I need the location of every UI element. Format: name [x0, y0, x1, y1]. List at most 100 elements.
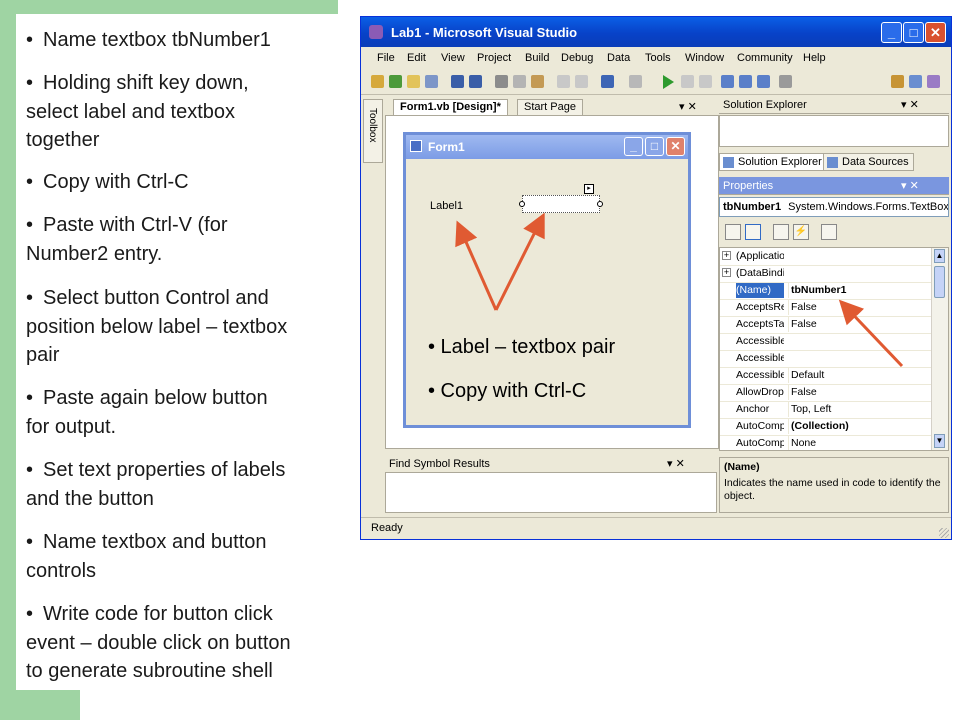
find-symbol-results[interactable]: [385, 472, 717, 513]
undo-icon[interactable]: [601, 75, 614, 88]
instruction-line: Number2 entry.: [26, 242, 163, 265]
solution-explorer-tree[interactable]: [719, 115, 949, 147]
scroll-thumb[interactable]: [934, 266, 945, 298]
property-grid[interactable]: AutoComp None AutoComp (Collection) Anchor To…: [719, 247, 949, 451]
resize-handle-left[interactable]: [519, 201, 525, 207]
solution-explorer-icon[interactable]: [891, 75, 904, 88]
property-value[interactable]: False: [788, 384, 935, 400]
categorized-icon[interactable]: [725, 224, 741, 240]
smart-tag-icon[interactable]: ▸: [584, 184, 594, 194]
scroll-up-icon[interactable]: ▲: [934, 249, 945, 263]
form-minimize-button: _: [624, 137, 643, 156]
property-row[interactable]: AcceptsTa False: [720, 316, 932, 334]
property-value[interactable]: False: [788, 316, 935, 332]
properties-view-icon[interactable]: [773, 224, 789, 240]
find-symbol-controls[interactable]: ▾ ✕: [667, 456, 685, 472]
property-row[interactable]: Accessible: [720, 333, 932, 351]
form1-client-area[interactable]: Label1 ▸ • Label – textbox pair • Copy w…: [406, 159, 688, 425]
property-value[interactable]: False: [788, 299, 935, 315]
menu-tools[interactable]: Tools: [645, 52, 671, 64]
tab-data-sources[interactable]: Data Sources: [823, 153, 914, 171]
document-tabs: Form1.vb [Design]* Start Page ▾ ✕: [385, 97, 717, 115]
copy-icon[interactable]: [513, 75, 526, 88]
object-selector[interactable]: tbNumber1 System.Windows.Forms.TextBox: [719, 197, 949, 217]
property-value[interactable]: Top, Left: [788, 401, 935, 417]
toolbox-window-icon[interactable]: [927, 75, 940, 88]
expand-icon[interactable]: +: [722, 268, 731, 277]
property-row[interactable]: Anchor Top, Left: [720, 401, 932, 419]
comment-icon[interactable]: [557, 75, 570, 88]
add-new-icon[interactable]: [425, 75, 438, 88]
menu-view[interactable]: View: [441, 52, 465, 64]
property-value[interactable]: None: [788, 435, 935, 450]
alphabetical-icon[interactable]: [745, 224, 761, 240]
toolbox-tab[interactable]: Toolbox: [363, 99, 383, 163]
menu-window[interactable]: Window: [685, 52, 724, 64]
paste-icon[interactable]: [531, 75, 544, 88]
form-icon: [410, 140, 422, 152]
menu-build[interactable]: Build: [525, 52, 549, 64]
document-tab-controls[interactable]: ▾ ✕: [679, 100, 697, 113]
cut-icon[interactable]: [495, 75, 508, 88]
menu-project[interactable]: Project: [477, 52, 511, 64]
property-value[interactable]: tbNumber1: [788, 282, 935, 298]
property-row[interactable]: AcceptsRe False: [720, 299, 932, 317]
data-sources-icon: [827, 157, 838, 168]
menu-community[interactable]: Community: [737, 52, 793, 64]
save-icon[interactable]: [451, 75, 464, 88]
tab-solution-explorer[interactable]: Solution Explorer: [719, 153, 827, 171]
menu-edit[interactable]: Edit: [407, 52, 426, 64]
instruction-line: • Name textbox tbNumber1: [26, 26, 348, 55]
resize-grip-icon[interactable]: [939, 528, 949, 538]
start-debugging-icon[interactable]: [663, 75, 674, 89]
property-row[interactable]: + (DataBindir: [720, 265, 932, 283]
find-icon[interactable]: [779, 75, 792, 88]
tab-start-page[interactable]: Start Page: [517, 99, 583, 115]
tbnumber1-textbox[interactable]: [522, 195, 600, 213]
save-all-icon[interactable]: [469, 75, 482, 88]
property-value[interactable]: (Collection): [788, 418, 935, 434]
title-bar[interactable]: Lab1 - Microsoft Visual Studio _ □ ✕: [361, 17, 951, 47]
label1-control[interactable]: Label1: [430, 200, 463, 212]
events-lightning-icon[interactable]: ⚡: [793, 224, 809, 240]
property-value[interactable]: Default: [788, 367, 935, 383]
pause-icon[interactable]: [681, 75, 694, 88]
menu-data[interactable]: Data: [607, 52, 630, 64]
property-pages-icon[interactable]: [821, 224, 837, 240]
add-item-icon[interactable]: [389, 75, 402, 88]
stop-icon[interactable]: [699, 75, 712, 88]
instruction-item: • Write code for button click event – doub…: [26, 600, 348, 686]
redo-icon[interactable]: [629, 75, 642, 88]
property-row[interactable]: Accessible Default: [720, 367, 932, 385]
property-row[interactable]: Accessible: [720, 350, 932, 368]
open-folder-icon[interactable]: [407, 75, 420, 88]
menu-help[interactable]: Help: [803, 52, 826, 64]
step-into-icon[interactable]: [721, 75, 734, 88]
new-project-icon[interactable]: [371, 75, 384, 88]
expand-icon[interactable]: +: [722, 251, 731, 260]
resize-handle-right[interactable]: [597, 201, 603, 207]
step-out-icon[interactable]: [757, 75, 770, 88]
property-row[interactable]: (Name) tbNumber1: [720, 282, 932, 300]
maximize-button[interactable]: □: [903, 22, 924, 43]
form1-window[interactable]: Form1 _ □ ✕ Label1 ▸ • Label – textbox p…: [403, 132, 691, 428]
menu-file[interactable]: File: [377, 52, 395, 64]
property-grid-scrollbar[interactable]: ▲ ▼: [931, 248, 948, 450]
instruction-line: • Paste with Ctrl-V (for: [26, 211, 348, 240]
property-row[interactable]: AutoComp None: [720, 435, 935, 450]
menu-debug[interactable]: Debug: [561, 52, 593, 64]
property-row[interactable]: AutoComp (Collection): [720, 418, 932, 436]
instruction-line: • Copy with Ctrl-C: [26, 168, 348, 197]
close-button[interactable]: ✕: [925, 22, 946, 43]
property-row[interactable]: + (Applicatio: [720, 248, 932, 266]
properties-controls[interactable]: ▾ ✕: [901, 178, 919, 194]
tab-form1-design[interactable]: Form1.vb [Design]*: [393, 99, 508, 115]
solution-explorer-controls[interactable]: ▾ ✕: [901, 97, 919, 113]
property-row[interactable]: AllowDrop False: [720, 384, 932, 402]
step-over-icon[interactable]: [739, 75, 752, 88]
properties-title: Properties: [723, 180, 774, 192]
properties-window-icon[interactable]: [909, 75, 922, 88]
minimize-button[interactable]: _: [881, 22, 902, 43]
scroll-down-icon[interactable]: ▼: [934, 434, 945, 448]
uncomment-icon[interactable]: [575, 75, 588, 88]
